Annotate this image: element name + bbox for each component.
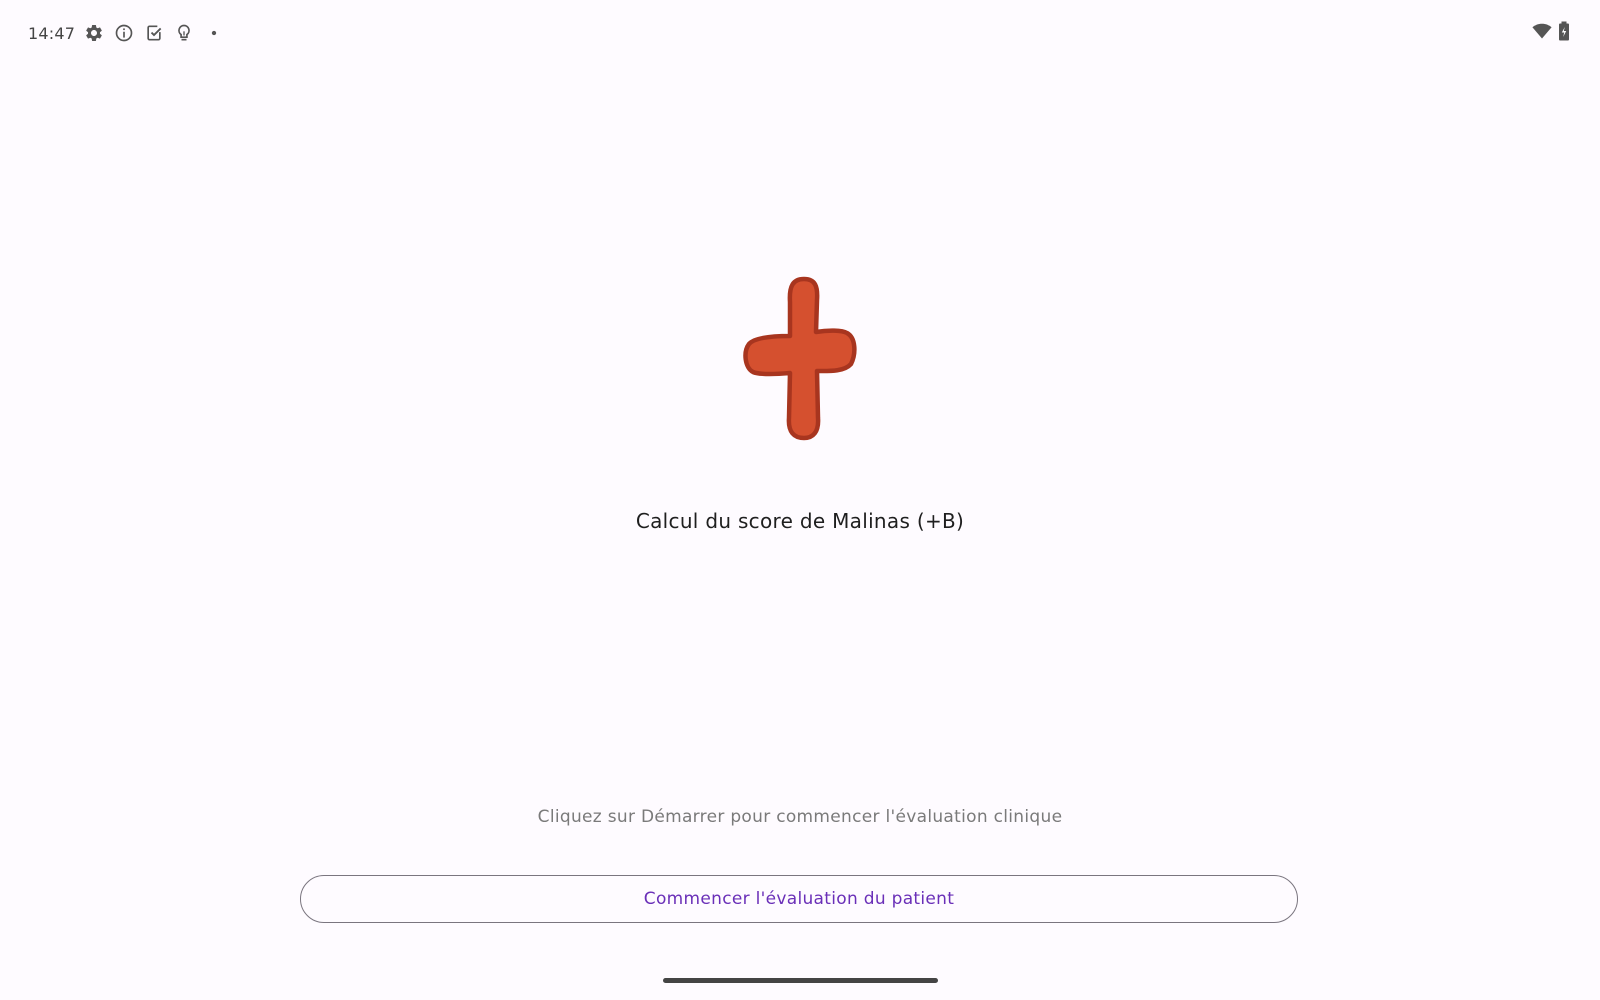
start-hint-text: Cliquez sur Démarrer pour commencer l'év… (537, 807, 1063, 827)
status-bar-right (1532, 21, 1570, 45)
gesture-navigation-handle[interactable] (663, 978, 938, 983)
battery-icon (1558, 21, 1570, 45)
dot-icon (203, 22, 225, 44)
lightbulb-icon (173, 22, 195, 44)
wifi-icon (1532, 22, 1552, 44)
red-cross-icon (720, 270, 880, 446)
app-title: Calcul du score de Malinas (+B) (635, 509, 965, 533)
gear-icon (83, 22, 105, 44)
status-clock: 14:47 (28, 23, 76, 43)
status-bar: 14:47 (0, 0, 1600, 66)
info-icon (113, 22, 135, 44)
task-check-icon (143, 22, 165, 44)
status-bar-left: 14:47 (28, 20, 233, 46)
start-evaluation-button[interactable]: Commencer l'évaluation du patient (300, 875, 1298, 923)
